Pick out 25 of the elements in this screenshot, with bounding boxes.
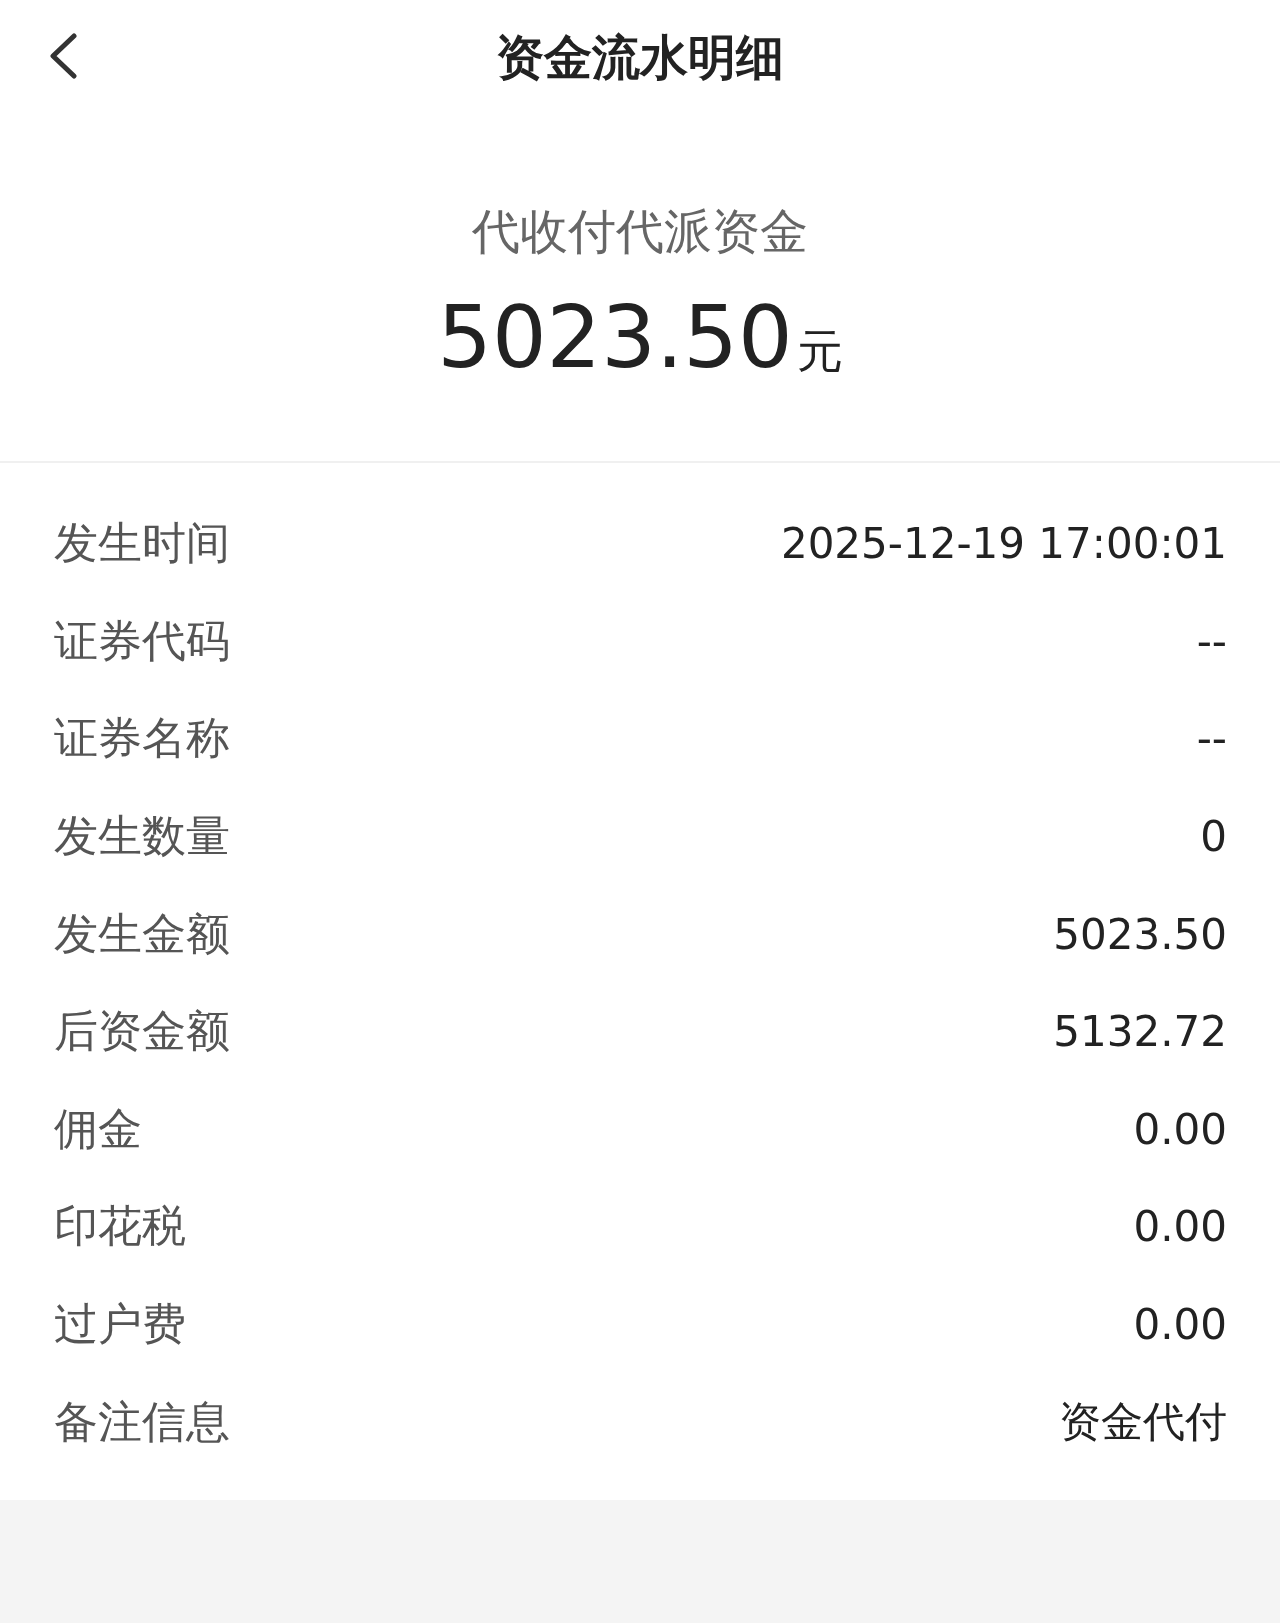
detail-label: 发生金额 — [54, 906, 230, 961]
detail-label: 证券名称 — [54, 711, 230, 766]
detail-label: 证券代码 — [54, 613, 230, 668]
detail-value: 5132.72 — [1053, 1007, 1227, 1057]
detail-label: 佣金 — [54, 1101, 142, 1156]
detail-label: 发生数量 — [54, 809, 230, 864]
detail-label: 发生时间 — [54, 516, 230, 571]
detail-value: 资金代付 — [1059, 1396, 1227, 1449]
detail-label: 备注信息 — [54, 1394, 230, 1449]
detail-value: -- — [1196, 616, 1227, 666]
detail-value: 5023.50 — [1053, 909, 1227, 959]
amount-unit: 元 — [796, 323, 843, 380]
back-icon[interactable] — [48, 33, 78, 79]
page-title: 资金流水明细 — [496, 27, 784, 87]
detail-value: 0.00 — [1133, 1104, 1227, 1154]
detail-value: 2025-12-19 17:00:01 — [780, 519, 1227, 569]
detail-value: -- — [1196, 714, 1227, 764]
detail-value: 0 — [1200, 812, 1227, 862]
detail-label: 过户费 — [54, 1297, 186, 1352]
detail-label: 后资金额 — [54, 1004, 230, 1059]
amount: 5023.50 — [437, 287, 793, 387]
transaction-type: 代收付代派资金 — [472, 203, 808, 259]
detail-value: 0.00 — [1133, 1202, 1227, 1252]
detail-value: 0.00 — [1133, 1300, 1227, 1350]
detail-label: 印花税 — [54, 1199, 186, 1254]
